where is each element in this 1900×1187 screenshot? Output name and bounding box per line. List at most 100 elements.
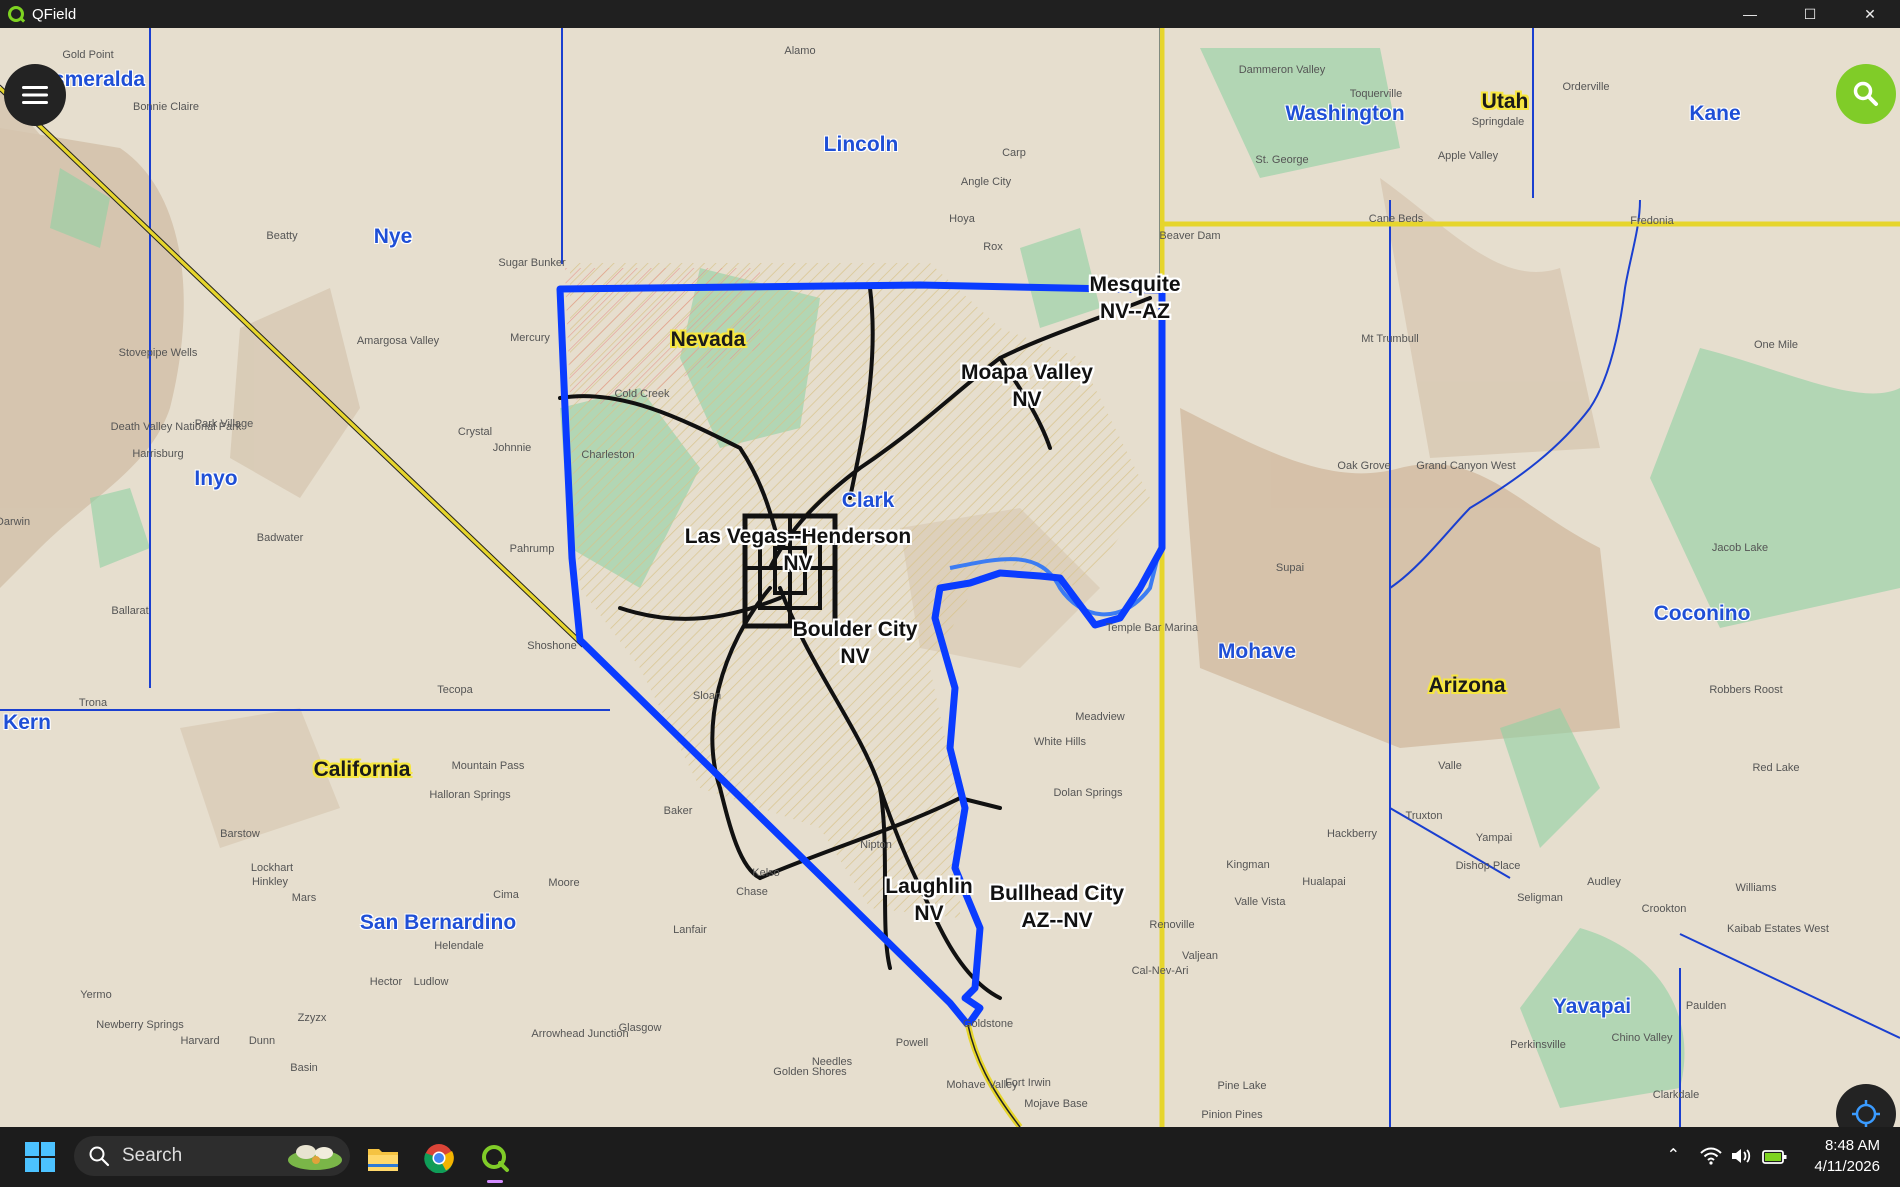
place-label: Helendale	[434, 940, 484, 952]
start-button[interactable]	[24, 1141, 56, 1173]
chrome-button[interactable]	[420, 1139, 458, 1177]
file-explorer-icon	[368, 1149, 398, 1171]
place-label: Mountain Pass	[451, 760, 525, 772]
volume-icon[interactable]	[1730, 1147, 1752, 1165]
close-button[interactable]: ✕	[1840, 0, 1900, 28]
place-label: Death Valley National Park	[110, 421, 242, 433]
maximize-button[interactable]: ☐	[1780, 0, 1840, 28]
qfield-logo-icon	[8, 6, 24, 22]
place-label: Renoville	[1149, 919, 1195, 931]
place-label: Fort Irwin	[1005, 1077, 1051, 1089]
place-label: Newberry Springs	[96, 1019, 184, 1031]
taskbar-search-placeholder: Search	[122, 1145, 183, 1166]
city-label-las-vegas-henderson: Las Vegas--Henderson NV	[684, 525, 912, 575]
place-label: Cal-Nev-Ari	[1131, 965, 1189, 977]
wifi-icon[interactable]	[1700, 1147, 1722, 1165]
place-label: Angle City	[960, 176, 1012, 188]
taskbar-search-box[interactable]: Search	[74, 1136, 350, 1176]
search-icon	[1853, 81, 1878, 106]
state-label-utah: Utah	[1481, 90, 1529, 113]
place-label: Chase	[736, 886, 768, 898]
place-label: Shoshone	[527, 640, 577, 652]
place-label: Apple Valley	[1437, 150, 1499, 162]
place-label: Lanfair	[673, 924, 707, 936]
place-label: Robbers Roost	[1709, 684, 1783, 696]
place-label: Tecopa	[437, 684, 473, 696]
place-label: Johnnie	[492, 442, 532, 454]
place-label: Zzyzx	[297, 1012, 327, 1024]
place-label: Dishop Place	[1455, 860, 1521, 872]
clock-time: 8:48 AM	[1824, 1137, 1880, 1154]
map-svg	[0, 28, 1900, 1127]
county-label-nye: Nye	[373, 225, 413, 248]
place-label: Toquerville	[1349, 88, 1403, 100]
city-label-mesquite: Mesquite NV--AZ	[1089, 273, 1181, 323]
chevron-up-icon[interactable]: ⌃	[1667, 1145, 1680, 1165]
county-label-yavapai: Yavapai	[1552, 995, 1632, 1018]
place-label: Ludlow	[413, 976, 449, 988]
place-label: Ballarat	[111, 605, 149, 617]
county-label-kane: Kane	[1689, 102, 1741, 125]
place-label: Yermo	[80, 989, 112, 1001]
place-label: Goldstone	[962, 1018, 1014, 1030]
city-label-moapa-valley: Moapa Valley NV	[961, 361, 1093, 411]
place-label: Alamo	[784, 45, 816, 57]
file-explorer-button[interactable]	[364, 1139, 402, 1177]
place-label: Truxton	[1405, 810, 1443, 822]
hamburger-menu-icon	[22, 86, 48, 104]
place-label: Fredonia	[1630, 215, 1674, 227]
place-label: Baker	[663, 805, 693, 817]
start-icon	[25, 1142, 55, 1172]
place-label: Mars	[291, 892, 317, 904]
county-label-washington: Washington	[1285, 102, 1405, 125]
place-label: Valle Vista	[1234, 896, 1286, 908]
place-label: Crystal	[457, 426, 493, 438]
place-label: Springdale	[1471, 116, 1525, 128]
search-button[interactable]	[1836, 64, 1896, 124]
battery-icon[interactable]	[1762, 1147, 1788, 1165]
state-label-nevada: Nevada	[670, 328, 746, 351]
map-canvas[interactable]: Gold Point Bonnie Claire Beatty Alamo Da…	[0, 28, 1900, 1127]
county-label-kern: Kern	[3, 711, 51, 734]
place-label: Dolan Springs	[1053, 787, 1123, 799]
place-label: Halloran Springs	[429, 789, 511, 801]
place-label: Clarkdale	[1652, 1089, 1700, 1101]
taskbar: Search ⌃ 8:48 AM 4/11/2026	[0, 1127, 1900, 1187]
minimize-button[interactable]: —	[1720, 0, 1780, 28]
gps-locate-icon	[1852, 1100, 1880, 1127]
place-label: Meadview	[1075, 711, 1125, 723]
place-label: Cold Creek	[614, 388, 670, 400]
place-label: Charleston	[581, 449, 635, 461]
place-label: Moore	[548, 877, 580, 889]
search-highlight-icon	[288, 1145, 342, 1170]
qfield-taskbar-button[interactable]	[476, 1139, 514, 1183]
place-label: Perkinsville	[1510, 1039, 1566, 1051]
window-title: QField	[32, 5, 77, 23]
place-label: Beatty	[266, 230, 298, 242]
place-label: Hackberry	[1326, 828, 1378, 840]
place-label: Orderville	[1562, 81, 1610, 93]
place-label: Bonnie Claire	[132, 101, 200, 113]
main-menu-button[interactable]	[4, 64, 66, 126]
place-label: Nipton	[860, 839, 892, 851]
city-label-bullhead-city: Bullhead City AZ--NV	[989, 882, 1125, 932]
place-label: Seligman	[1517, 892, 1563, 904]
system-clock[interactable]: 8:48 AM 4/11/2026	[1814, 1135, 1880, 1177]
place-label: Lockhart	[250, 862, 294, 874]
place-label: Darwin	[0, 516, 31, 528]
place-label: Kaibab Estates West	[1727, 923, 1829, 935]
place-label: Harrisburg	[132, 448, 184, 460]
place-label: Rox	[983, 241, 1003, 253]
place-label: Audley	[1587, 876, 1621, 888]
place-label: Grand Canyon West	[1416, 460, 1516, 472]
place-label: Oak Grove	[1337, 460, 1391, 472]
place-label: Williams	[1735, 882, 1777, 894]
place-label: Cane Beds	[1368, 213, 1424, 225]
county-label-san-bernardino: San Bernardino	[359, 911, 517, 934]
place-label: Hualapai	[1302, 876, 1346, 888]
place-label: St. George	[1255, 154, 1309, 166]
place-label: Supai	[1275, 562, 1305, 574]
county-label-mohave: Mohave	[1217, 640, 1297, 663]
county-label-coconino: Coconino	[1653, 602, 1751, 625]
place-label: Cima	[493, 889, 519, 901]
